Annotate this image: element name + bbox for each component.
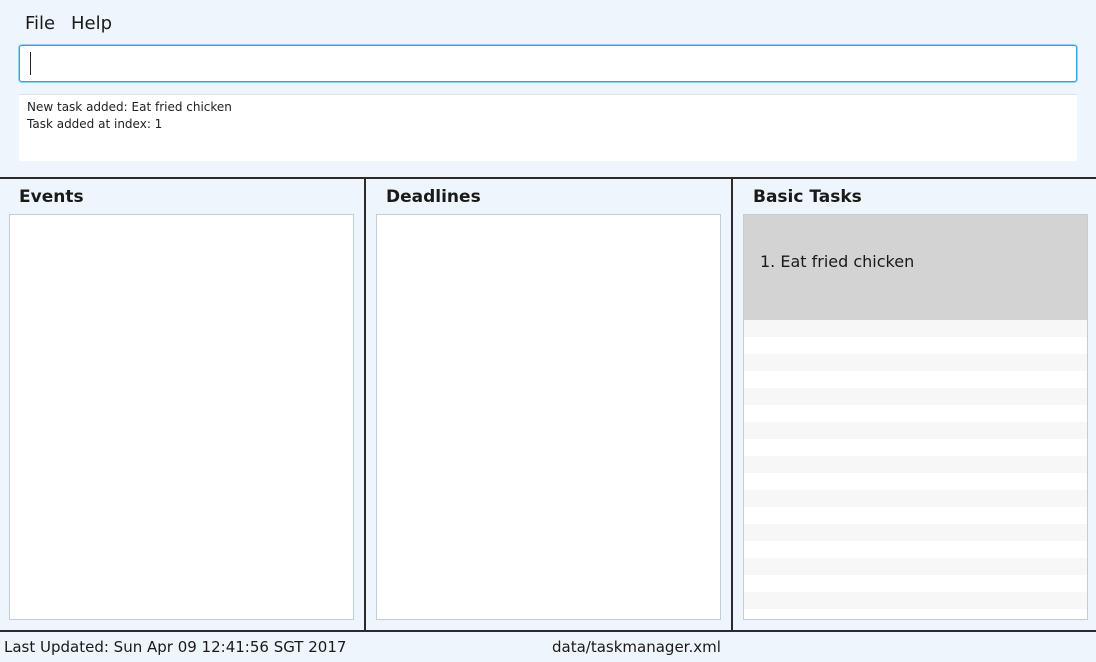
empty-list-row (744, 473, 1087, 490)
result-line: New task added: Eat fried chicken (27, 100, 232, 114)
command-input[interactable] (19, 45, 1077, 82)
empty-list-row (744, 388, 1087, 405)
text-caret (30, 52, 31, 75)
empty-list-row (744, 337, 1087, 354)
last-updated-status: Last Updated: Sun Apr 09 12:41:56 SGT 20… (4, 638, 347, 656)
events-list[interactable] (9, 214, 354, 620)
menu-help[interactable]: Help (71, 13, 112, 34)
task-list-item[interactable]: 1. Eat fried chicken (744, 215, 1087, 320)
task-label: 1. Eat fried chicken (760, 252, 915, 271)
empty-list-row (744, 558, 1087, 575)
panel-divider[interactable] (364, 179, 366, 630)
basic-tasks-panel-title: Basic Tasks (753, 187, 862, 207)
result-display: New task added: Eat fried chicken Task a… (19, 94, 1077, 161)
empty-list-row (744, 524, 1087, 541)
empty-list-row (744, 371, 1087, 388)
basic-tasks-list[interactable]: 1. Eat fried chicken (743, 214, 1088, 620)
empty-list-row (744, 609, 1087, 619)
empty-list-row (744, 592, 1087, 609)
empty-list-row (744, 541, 1087, 558)
panel-divider[interactable] (731, 179, 733, 630)
empty-list-row (744, 422, 1087, 439)
empty-list-row (744, 439, 1087, 456)
result-line: Task added at index: 1 (27, 117, 163, 131)
empty-list-row (744, 575, 1087, 592)
events-panel-title: Events (19, 187, 84, 207)
menu-bar: File Help (0, 0, 1096, 46)
menu-file[interactable]: File (25, 13, 55, 34)
empty-list-row (744, 354, 1087, 371)
deadlines-list[interactable] (376, 214, 721, 620)
empty-list-row (744, 405, 1087, 422)
save-location-status: data/taskmanager.xml (552, 638, 721, 656)
divider (0, 630, 1096, 632)
empty-list-row (744, 507, 1087, 524)
divider (0, 177, 1096, 179)
empty-list-row (744, 456, 1087, 473)
empty-list-row (744, 490, 1087, 507)
deadlines-panel-title: Deadlines (386, 187, 481, 207)
empty-list-row (744, 320, 1087, 337)
